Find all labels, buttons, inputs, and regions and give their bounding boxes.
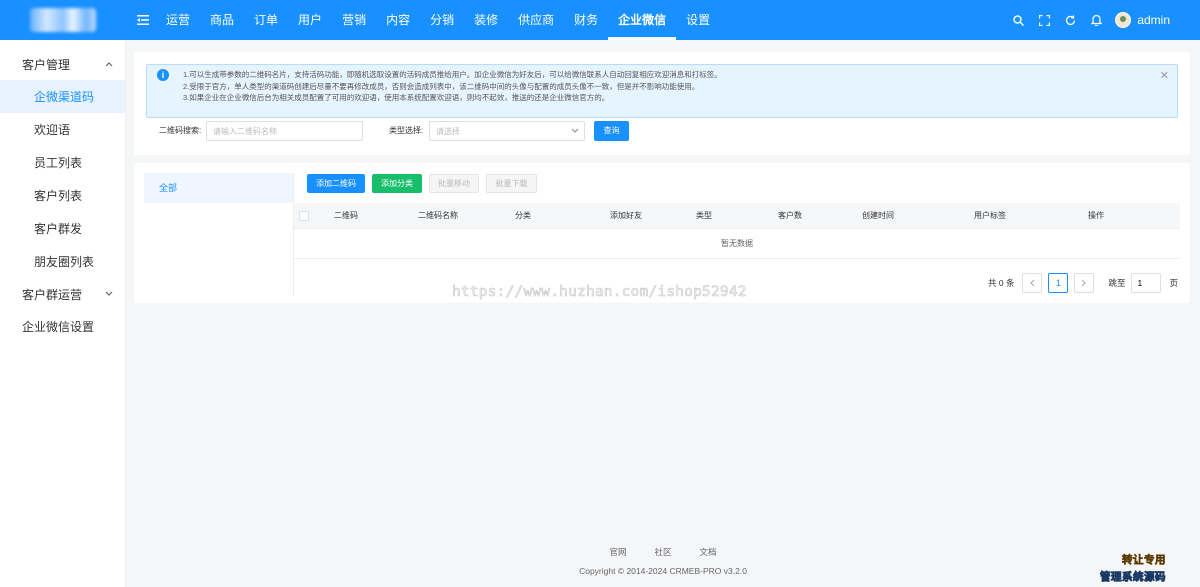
corner-watermark: 转让专用 管理系统源码 xyxy=(1100,552,1166,584)
page-number-button[interactable]: 1 xyxy=(1048,273,1069,293)
footer-link-docs[interactable]: 文档 xyxy=(700,546,717,558)
pagination: 共 0 条 1 跳至 页 xyxy=(988,273,1178,293)
sidebar-item-customer-list[interactable]: 客户列表 xyxy=(0,179,125,212)
info-alert: i 1.可以生成带参数的二维码名片，支持活码功能，即随机选取设置的活码成员推给用… xyxy=(146,64,1178,118)
column-header: 分类 xyxy=(515,211,531,220)
sidebar: 客户管理 企微渠道码 欢迎语 员工列表 客户列表 客户群发 朋友圈列表 客户群运… xyxy=(0,40,126,587)
batch-download-button[interactable]: 批量下载 xyxy=(486,174,537,193)
username: admin xyxy=(1137,13,1170,27)
column-header: 用户标签 xyxy=(974,211,1006,220)
sidebar-item-channel-code[interactable]: 企微渠道码 xyxy=(0,80,125,113)
category-item-all[interactable]: 全部 xyxy=(144,173,293,203)
sidebar-group-label: 客户群运营 xyxy=(22,287,83,302)
sidebar-group-label: 企业微信设置 xyxy=(22,319,95,334)
total-count: 共 0 条 xyxy=(988,278,1015,288)
prev-page-button[interactable] xyxy=(1022,273,1043,293)
footer-links: 官网 社区 文档 xyxy=(126,546,1200,558)
table-header: 二维码 二维码名称 分类 添加好友 类型 客户数 创建时间 用户标签 操作 xyxy=(294,203,1180,229)
qrcode-search-input[interactable] xyxy=(206,121,363,141)
close-icon[interactable]: ✕ xyxy=(1160,69,1169,82)
query-button[interactable]: 查询 xyxy=(594,121,629,141)
logo-image xyxy=(30,8,96,32)
nav-item[interactable]: 运营 xyxy=(156,0,200,40)
chevron-down-icon xyxy=(105,289,113,300)
list-card: 全部 添加二维码 添加分类 批量移动 批量下载 二维码 二维码名称 分类 添加好… xyxy=(134,163,1190,303)
nav-item[interactable]: 供应商 xyxy=(508,0,564,40)
corner-watermark-line: 管理系统源码 xyxy=(1100,571,1166,584)
column-header: 客户数 xyxy=(778,211,802,220)
sidebar-item-moments-list[interactable]: 朋友圈列表 xyxy=(0,245,125,278)
corner-watermark-line: 转让专用 xyxy=(1122,554,1166,567)
sidebar-item-label: 员工列表 xyxy=(34,156,83,170)
sidebar-group-customer-management[interactable]: 客户管理 xyxy=(0,48,125,80)
batch-move-button[interactable]: 批量移动 xyxy=(429,174,479,193)
select-all-checkbox[interactable] xyxy=(299,211,309,221)
alert-line: 2.受限于官方，单人类型的渠道码创建后尽量不要再修改成员，否则会造成列表中，该二… xyxy=(183,81,700,91)
filter-form: 二维码搜索: 类型选择: 查询 xyxy=(146,121,1178,141)
sidebar-group-wecom-settings[interactable]: 企业微信设置 xyxy=(0,310,125,342)
logo[interactable] xyxy=(0,0,126,40)
page-suffix: 页 xyxy=(1169,278,1178,288)
watermark-text: https://www.huzhan.com/ishop52942 xyxy=(452,284,747,301)
chevron-up-icon xyxy=(105,59,113,70)
empty-state: 暂无数据 xyxy=(294,229,1180,259)
search-label: 二维码搜索: xyxy=(159,126,202,135)
column-header: 二维码名称 xyxy=(418,211,458,220)
nav-item[interactable]: 设置 xyxy=(676,0,720,40)
user-menu[interactable]: admin xyxy=(1115,12,1170,28)
chevron-down-icon xyxy=(571,121,579,141)
refresh-icon[interactable] xyxy=(1057,0,1083,40)
nav-item[interactable]: 企业微信 xyxy=(608,0,677,40)
page-jump-input[interactable] xyxy=(1131,273,1162,293)
top-navbar: 运营 商品 订单 用户 营销 内容 分销 装修 供应商 财务 企业微信 设置 admin xyxy=(0,0,1200,40)
sidebar-item-label: 客户群发 xyxy=(34,222,83,236)
copyright: Copyright © 2014-2024 CRMEB-PRO v3.2.0 xyxy=(579,566,747,576)
qrcode-table: 二维码 二维码名称 分类 添加好友 类型 客户数 创建时间 用户标签 操作 暂无… xyxy=(294,203,1180,259)
nav-item[interactable]: 营销 xyxy=(332,0,376,40)
footer-link-community[interactable]: 社区 xyxy=(654,546,671,558)
sidebar-item-label: 客户列表 xyxy=(34,189,83,203)
sidebar-group-label: 客户管理 xyxy=(22,57,71,72)
avatar xyxy=(1115,12,1132,28)
next-page-button[interactable] xyxy=(1074,273,1095,293)
sidebar-item-staff-list[interactable]: 员工列表 xyxy=(0,146,125,179)
jump-label: 跳至 xyxy=(1108,278,1126,288)
alert-line: 3.如果企业在企业微信后台为相关成员配置了可用的欢迎语，使用本系统配置欢迎语，则… xyxy=(183,93,610,102)
column-header: 二维码 xyxy=(334,211,358,220)
sidebar-item-label: 朋友圈列表 xyxy=(34,255,95,269)
nav-item[interactable]: 商品 xyxy=(200,0,244,40)
sidebar-item-label: 企微渠道码 xyxy=(34,90,95,104)
nav-item[interactable]: 订单 xyxy=(244,0,288,40)
sidebar-group-group-operation[interactable]: 客户群运营 xyxy=(0,278,125,310)
filter-card: i 1.可以生成带参数的二维码名片，支持活码功能，即随机选取设置的活码成员推给用… xyxy=(134,52,1190,155)
nav-item[interactable]: 用户 xyxy=(288,0,332,40)
main-nav: 运营 商品 订单 用户 营销 内容 分销 装修 供应商 财务 企业微信 设置 xyxy=(156,0,720,40)
info-icon: i xyxy=(157,69,169,81)
type-select[interactable] xyxy=(429,121,585,141)
add-category-button[interactable]: 添加分类 xyxy=(372,174,422,193)
nav-item[interactable]: 装修 xyxy=(464,0,508,40)
type-label: 类型选择: xyxy=(389,126,424,135)
nav-item[interactable]: 内容 xyxy=(376,0,420,40)
category-panel: 全部 xyxy=(144,173,294,295)
column-header: 类型 xyxy=(696,211,712,220)
nav-item[interactable]: 分销 xyxy=(420,0,464,40)
search-icon[interactable] xyxy=(1005,0,1031,40)
add-qrcode-button[interactable]: 添加二维码 xyxy=(307,174,365,193)
sidebar-item-customer-broadcast[interactable]: 客户群发 xyxy=(0,212,125,245)
fullscreen-icon[interactable] xyxy=(1031,0,1057,40)
footer-link-official-site[interactable]: 官网 xyxy=(609,546,626,558)
column-header: 操作 xyxy=(1088,211,1104,220)
column-header: 创建时间 xyxy=(862,211,894,220)
menu-collapse-icon[interactable] xyxy=(132,0,154,40)
nav-item[interactable]: 财务 xyxy=(564,0,608,40)
alert-line: 1.可以生成带参数的二维码名片，支持活码功能，即随机选取设置的活码成员推给用户。… xyxy=(183,70,722,79)
footer: 官网 社区 文档 Copyright © 2014-2024 CRMEB-PRO… xyxy=(126,546,1200,576)
sidebar-item-welcome[interactable]: 欢迎语 xyxy=(0,113,125,146)
bell-icon[interactable] xyxy=(1083,0,1109,40)
sidebar-item-label: 欢迎语 xyxy=(34,123,71,137)
